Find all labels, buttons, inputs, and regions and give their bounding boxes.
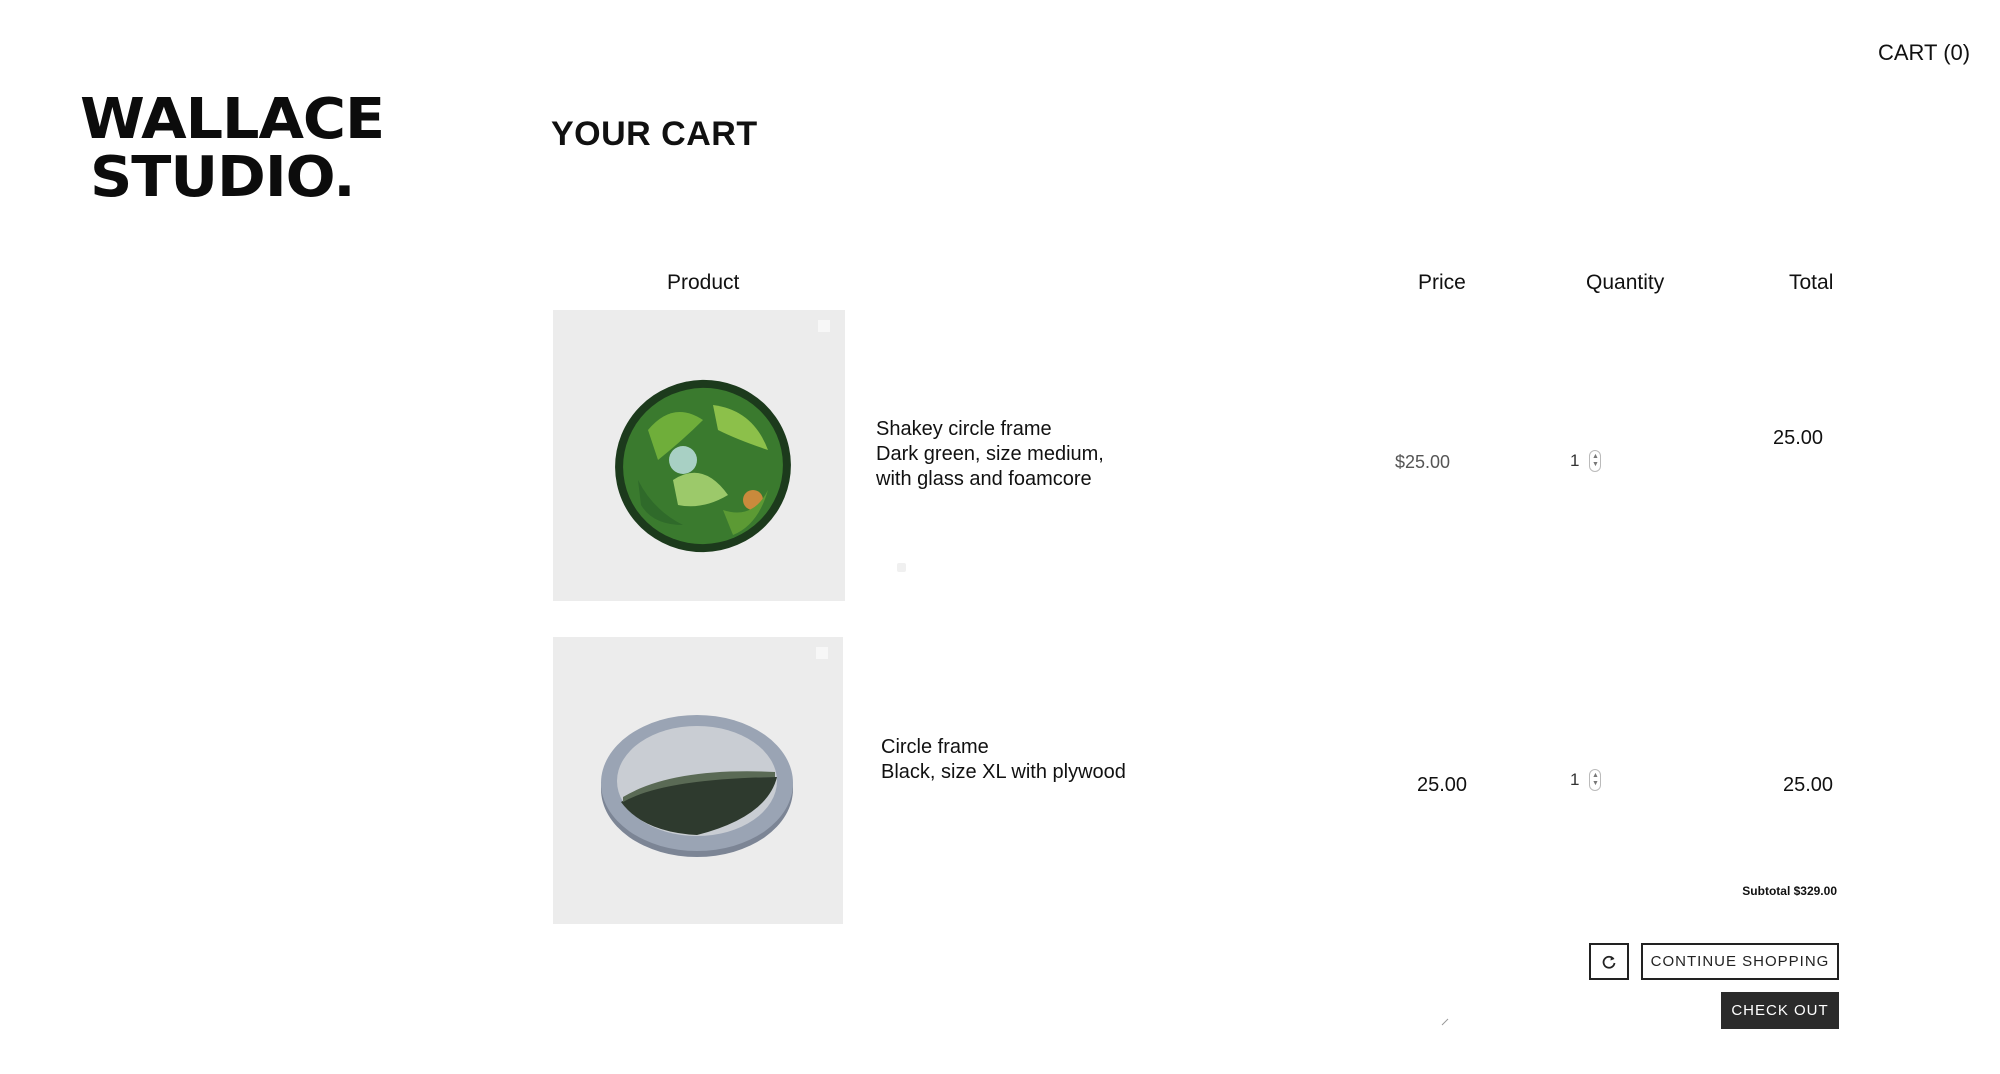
item-total: 25.00 <box>1783 774 1834 796</box>
product-variant: Dark green, size medium, <box>876 443 1104 465</box>
product-variant: Black, size XL with plywood <box>881 761 1126 783</box>
refresh-icon <box>1602 955 1616 969</box>
cart-link[interactable]: CART (0) <box>1878 40 1970 66</box>
item-price: 25.00 <box>1417 774 1468 796</box>
grey-circle-frame-icon <box>553 637 843 924</box>
quantity-control: 1 ▲ ▼ <box>1570 450 1602 472</box>
product-variant: with glass and foamcore <box>876 468 1092 490</box>
decorative-speck <box>897 563 906 572</box>
chevron-down-icon[interactable]: ▼ <box>1592 780 1599 788</box>
column-header-quantity: Quantity <box>1586 271 1665 294</box>
product-image[interactable] <box>553 310 845 601</box>
quantity-value[interactable]: 1 <box>1570 451 1579 471</box>
quantity-value[interactable]: 1 <box>1570 770 1579 790</box>
chevron-up-icon[interactable]: ▲ <box>1592 453 1599 461</box>
chevron-up-icon[interactable]: ▲ <box>1592 772 1599 780</box>
product-image[interactable] <box>553 637 843 924</box>
logo[interactable]: WALLACE STUDIO. <box>80 92 385 206</box>
chevron-down-icon[interactable]: ▼ <box>1592 461 1599 469</box>
checkout-button[interactable]: CHECK OUT <box>1721 992 1839 1029</box>
product-description: Shakey circle frame Dark green, size med… <box>876 417 1104 492</box>
quantity-stepper[interactable]: ▲ ▼ <box>1589 450 1602 472</box>
product-name[interactable]: Circle frame <box>881 735 1126 760</box>
green-leaf-circle-frame-icon <box>553 310 845 601</box>
subtotal: Subtotal $329.00 <box>1742 884 1837 898</box>
logo-line-2: STUDIO. <box>90 145 356 210</box>
column-header-product: Product <box>667 271 740 294</box>
quantity-control: 1 ▲ ▼ <box>1570 769 1602 791</box>
quantity-stepper[interactable]: ▲ ▼ <box>1589 769 1602 791</box>
resize-handle-icon <box>1441 1018 1449 1026</box>
column-header-price: Price <box>1418 271 1466 294</box>
item-total: 25.00 <box>1773 427 1824 449</box>
page-title: YOUR CART <box>551 115 758 153</box>
product-description: Circle frame Black, size XL with plywood <box>881 735 1126 785</box>
column-header-total: Total <box>1789 271 1834 294</box>
refresh-button[interactable] <box>1589 943 1629 980</box>
continue-shopping-button[interactable]: CONTINUE SHOPPING <box>1641 943 1839 980</box>
logo-line-1: WALLACE <box>80 87 385 152</box>
item-price: $25.00 <box>1395 452 1451 472</box>
product-name[interactable]: Shakey circle frame <box>876 417 1104 442</box>
